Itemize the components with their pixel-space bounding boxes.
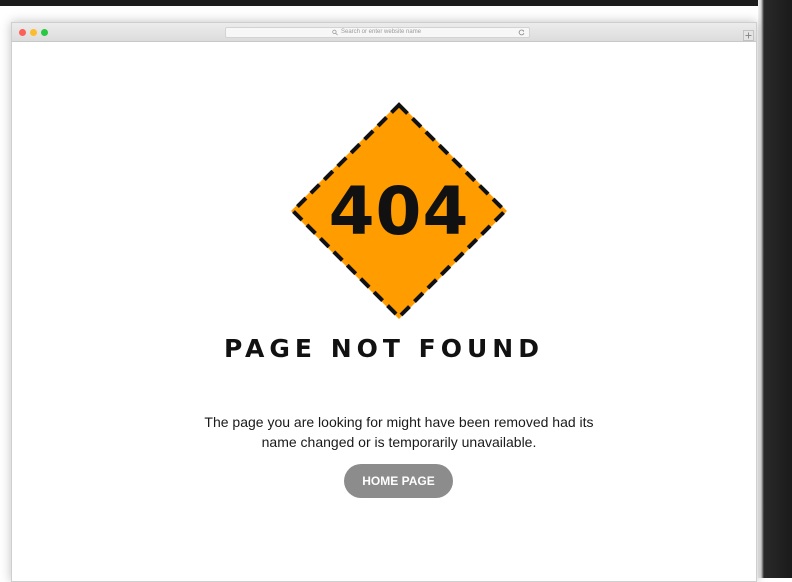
error-code: 404 xyxy=(328,172,470,250)
address-bar-placeholder: Search or enter website name xyxy=(341,29,422,35)
window-minimize-button[interactable] xyxy=(30,29,37,36)
home-page-button[interactable]: HOME PAGE xyxy=(344,464,453,498)
browser-titlebar: Search or enter website name xyxy=(12,23,756,42)
top-dark-strip xyxy=(0,0,792,6)
browser-window: Search or enter website name 404 PAGE NO… xyxy=(11,22,757,582)
window-close-button[interactable] xyxy=(19,29,26,36)
address-bar[interactable]: Search or enter website name xyxy=(225,27,530,38)
search-icon xyxy=(332,29,338,36)
page-content: 404 PAGE NOT FOUND The page you are look… xyxy=(12,42,756,581)
warning-sign: 404 xyxy=(289,101,509,321)
right-dark-strip xyxy=(758,0,792,578)
window-maximize-button[interactable] xyxy=(41,29,48,36)
error-message: The page you are looking for might have … xyxy=(204,414,594,450)
page-title: PAGE NOT FOUND xyxy=(224,334,544,363)
plus-icon xyxy=(745,32,752,39)
reload-icon[interactable] xyxy=(518,29,525,36)
new-tab-button[interactable] xyxy=(743,30,754,41)
